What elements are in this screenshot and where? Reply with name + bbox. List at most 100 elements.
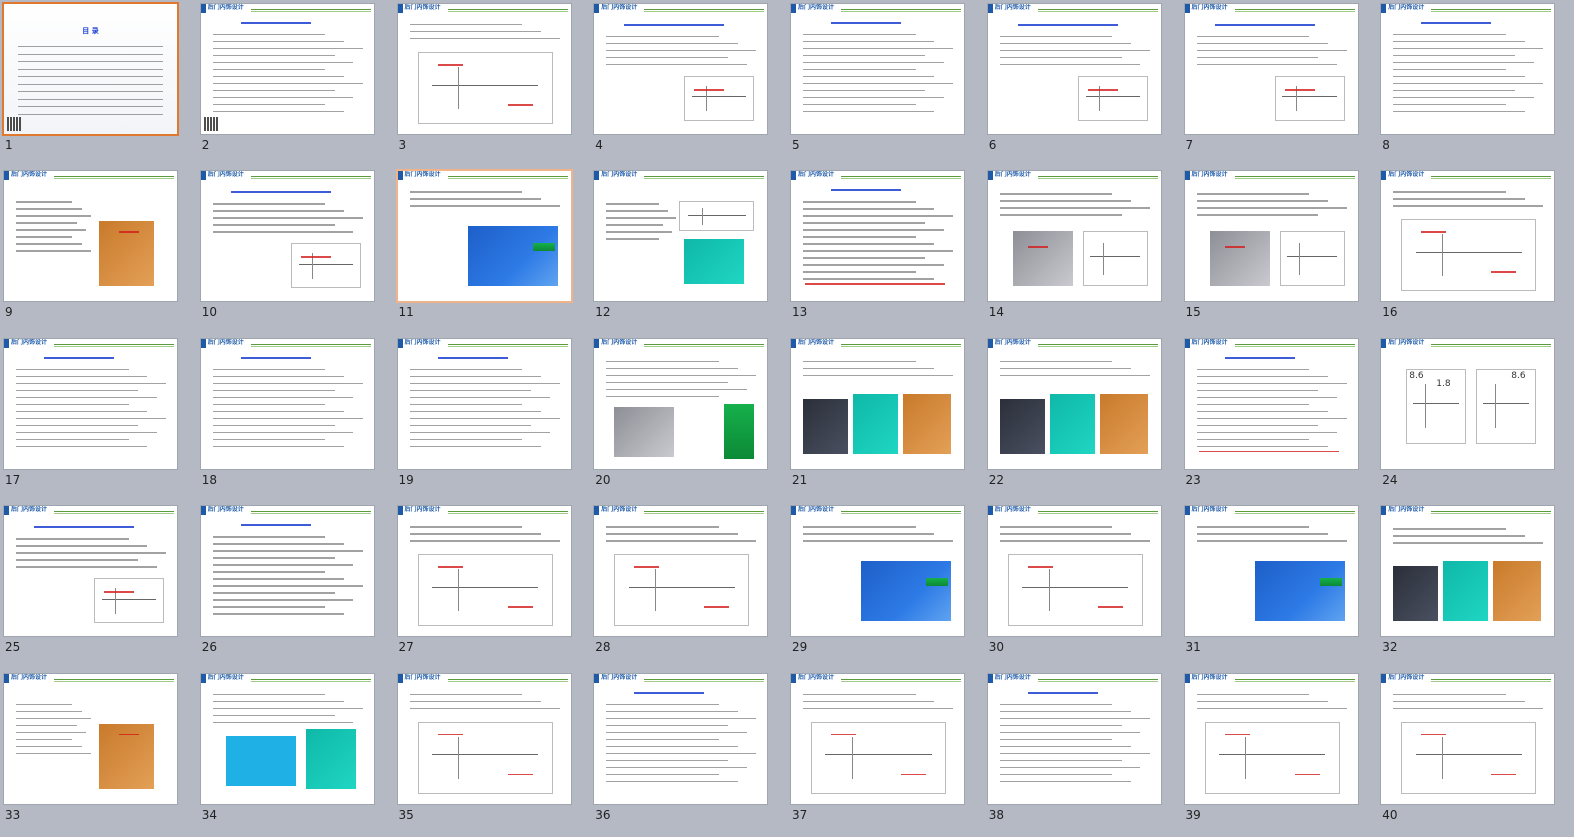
- slide-thumbnail[interactable]: 后门内饰设计: [594, 673, 768, 804]
- header-title: 后门内饰设计: [1191, 673, 1228, 681]
- slide-cell[interactable]: 后门内饰设计 3: [394, 0, 591, 167]
- slide-header: 后门内饰设计: [987, 506, 1161, 517]
- slide-thumbnail[interactable]: 后门内饰设计: [397, 4, 571, 134]
- slide-cell[interactable]: 后门内饰设计 15: [1181, 167, 1378, 334]
- slide-thumbnail[interactable]: 后门内饰设计: [1381, 171, 1555, 302]
- slide-cell[interactable]: 后门内饰设计 22: [984, 335, 1181, 502]
- slide-cell[interactable]: 后门内饰设计 8.6 1.8 8.6 24: [1377, 335, 1574, 502]
- text-line: [606, 533, 738, 535]
- slide-thumbnail[interactable]: 后门内饰设计: [1184, 506, 1358, 637]
- slide-cell[interactable]: 后门内饰设计 39: [1181, 670, 1378, 837]
- slide-cell[interactable]: 后门内饰设计 8: [1377, 0, 1574, 167]
- slide-cell[interactable]: 后门内饰设计 19: [394, 335, 591, 502]
- slide-cell[interactable]: 后门内饰设计 29: [787, 502, 984, 669]
- slide-thumbnail[interactable]: 后门内饰设计: [200, 506, 374, 637]
- slide-thumbnail[interactable]: 后门内饰设计: [4, 338, 177, 469]
- text-line: [999, 360, 1113, 363]
- slide-cell[interactable]: 后门内饰设计 23: [1181, 335, 1378, 502]
- slide-thumbnail[interactable]: 后门内饰设计: [594, 171, 768, 302]
- slide-cell[interactable]: 后门内饰设计 32: [1377, 502, 1574, 669]
- slide-cell[interactable]: 后门内饰设计 33: [0, 670, 197, 837]
- slide-cell[interactable]: 后门内饰设计 2: [197, 0, 394, 167]
- slide-number: 12: [595, 305, 611, 320]
- slide-thumbnail[interactable]: 后门内饰设计: [200, 338, 374, 469]
- slide-thumbnail[interactable]: 后门内饰设计: [987, 4, 1161, 134]
- slide-thumbnail[interactable]: 后门内饰设计: [791, 506, 964, 637]
- text-line: [212, 48, 363, 50]
- slide-cell[interactable]: 后门内饰设计 18: [197, 335, 394, 502]
- slide-thumbnail[interactable]: 后门内饰设计 8.6 1.8 8.6: [1381, 338, 1555, 469]
- slide-thumbnail[interactable]: 后门内饰设计: [987, 338, 1161, 469]
- slide-thumbnail[interactable]: 后门内饰设计: [791, 171, 964, 302]
- slide-thumbnail[interactable]: 后门内饰设计: [4, 506, 177, 637]
- slide-thumbnail[interactable]: 后门内饰设计: [594, 4, 768, 134]
- slide-thumbnail[interactable]: 后门内饰设计: [397, 673, 571, 804]
- slide-cell[interactable]: 后门内饰设计 25: [0, 502, 197, 669]
- slide-thumbnail[interactable]: 后门内饰设计: [200, 171, 374, 302]
- slide-cell[interactable]: 后门内饰设计 27: [394, 502, 591, 669]
- slide-thumbnail[interactable]: 后门内饰设计: [1381, 673, 1555, 804]
- slide-cell[interactable]: 后门内饰设计 31: [1181, 502, 1378, 669]
- slide-cell[interactable]: 后门内饰设计 16: [1377, 167, 1574, 334]
- slide-cell[interactable]: 后门内饰设计 36: [590, 670, 787, 837]
- slide-cell[interactable]: 后门内饰设计 10: [197, 167, 394, 334]
- text-line: [803, 693, 916, 695]
- slide-cell[interactable]: 后门内饰设计 4: [590, 0, 787, 167]
- slide-cell[interactable]: 后门内饰设计 14: [984, 167, 1181, 334]
- slide-thumbnail[interactable]: 后门内饰设计: [791, 673, 964, 804]
- slide-thumbnail[interactable]: 后门内饰设计: [987, 171, 1161, 302]
- text-line: [999, 759, 1122, 761]
- header-rule: [841, 176, 961, 178]
- text-line: [803, 48, 953, 50]
- slide-thumbnail[interactable]: 后门内饰设计: [1184, 4, 1358, 134]
- slide-thumbnail[interactable]: 后门内饰设计: [1184, 338, 1358, 469]
- slide-cell[interactable]: 后门内饰设计 12: [590, 167, 787, 334]
- slide-cell[interactable]: 后门内饰设计 17: [0, 335, 197, 502]
- slide-thumbnail[interactable]: 后门内饰设计: [200, 4, 374, 134]
- slide-cell[interactable]: 后门内饰设计 38: [984, 670, 1181, 837]
- slide-cell[interactable]: 后门内饰设计 30: [984, 502, 1181, 669]
- slide-cell[interactable]: 后门内饰设计 34: [197, 670, 394, 837]
- slide-cell[interactable]: 后门内饰设计 20: [590, 335, 787, 502]
- slide-cell[interactable]: 后门内饰设计 35: [394, 670, 591, 837]
- slide-thumbnail[interactable]: 后门内饰设计: [397, 338, 571, 469]
- slide-thumbnail[interactable]: 后门内饰设计: [1381, 4, 1555, 134]
- slide-cell[interactable]: 后门内饰设计 40: [1377, 670, 1574, 837]
- slide-thumbnail[interactable]: 后门内饰设计: [200, 673, 374, 804]
- slide-cell[interactable]: 后门内饰设计 6: [984, 0, 1181, 167]
- text-line: [409, 533, 541, 535]
- slide-thumbnail[interactable]: 后门内饰设计: [1184, 673, 1358, 804]
- text-line: [16, 424, 138, 427]
- slide-thumbnail[interactable]: 后门内饰设计: [1381, 506, 1555, 637]
- slide-cell[interactable]: 目 录 1: [0, 0, 197, 167]
- slide-cell[interactable]: 后门内饰设计 28: [590, 502, 787, 669]
- label-badge: [926, 578, 948, 587]
- slide-thumbnail[interactable]: 后门内饰设计: [397, 171, 571, 302]
- slide-cell[interactable]: 后门内饰设计 13: [787, 167, 984, 334]
- slide-cell[interactable]: 后门内饰设计 7: [1181, 0, 1378, 167]
- slide-thumbnail[interactable]: 后门内饰设计: [791, 338, 964, 469]
- slide-number: 25: [5, 640, 21, 655]
- header-accent: [200, 4, 206, 13]
- slide-cell[interactable]: 后门内饰设计 11: [394, 167, 591, 334]
- slide-thumbnail[interactable]: 目 录: [4, 4, 177, 134]
- slide-cell[interactable]: 后门内饰设计 37: [787, 670, 984, 837]
- text-line: [606, 203, 659, 205]
- header-rule: [644, 9, 765, 10]
- slide-cell[interactable]: 后门内饰设计 5: [787, 0, 984, 167]
- slide-cell[interactable]: 后门内饰设计 21: [787, 335, 984, 502]
- slide-thumbnail[interactable]: 后门内饰设计: [791, 4, 964, 134]
- slide-thumbnail[interactable]: 后门内饰设计: [987, 506, 1161, 637]
- slide-thumbnail[interactable]: 后门内饰设计: [4, 171, 177, 302]
- slide-thumbnail[interactable]: 后门内饰设计: [1184, 171, 1358, 302]
- slide-thumbnail[interactable]: 后门内饰设计: [4, 673, 177, 804]
- text-line: [803, 201, 916, 203]
- slide-thumbnail[interactable]: 后门内饰设计: [594, 338, 768, 469]
- text-line: [803, 360, 916, 363]
- slide-cell[interactable]: 后门内饰设计 26: [197, 502, 394, 669]
- slide-thumbnail[interactable]: 后门内饰设计: [987, 673, 1161, 804]
- slide-thumbnail[interactable]: 后门内饰设计: [397, 506, 571, 637]
- slide-thumbnail[interactable]: 后门内饰设计: [594, 506, 768, 637]
- slide-cell[interactable]: 后门内饰设计 9: [0, 167, 197, 334]
- text-line: [212, 592, 335, 594]
